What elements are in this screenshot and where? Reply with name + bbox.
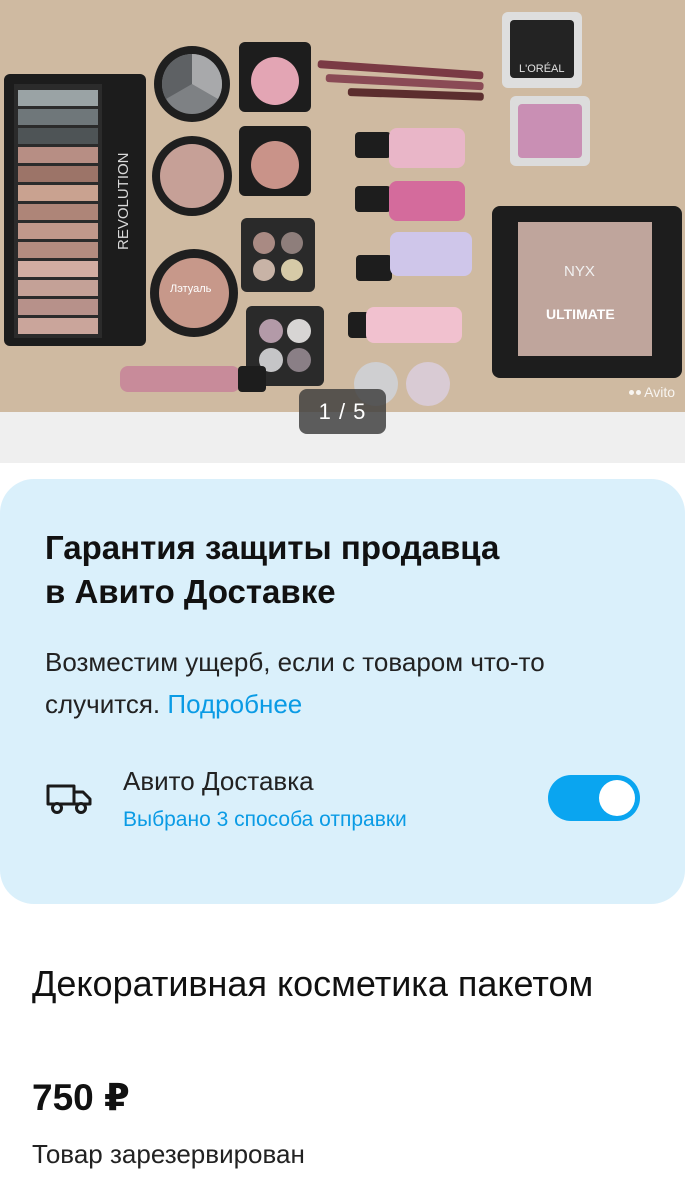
delivery-subtitle[interactable]: Выбрано 3 способа отправки <box>123 805 407 835</box>
svg-text:REVOLUTION: REVOLUTION <box>115 152 132 250</box>
photo-gallery[interactable]: REVOLUTION Лэтуаль L'ORÉAL NYX ULTIMATE … <box>0 0 685 463</box>
compact-shadows: Лэтуаль <box>150 46 238 337</box>
watermark-text: Avito <box>644 384 675 400</box>
promo-title: Гарантия защиты продавца в Авито Доставк… <box>45 526 645 614</box>
svg-text:L'ORÉAL: L'ORÉAL <box>519 62 565 75</box>
delivery-title: Авито Доставка <box>123 766 314 796</box>
seller-protection-card: Гарантия защиты продавца в Авито Доставк… <box>0 479 685 904</box>
nyx-palette: NYX ULTIMATE <box>492 206 682 378</box>
svg-text:NYX: NYX <box>564 263 595 280</box>
svg-text:ULTIMATE: ULTIMATE <box>546 306 615 322</box>
delivery-setting-row[interactable]: Авито Доставка Выбрано 3 способа отправк… <box>45 763 645 833</box>
item-title: Декоративная косметика пакетом <box>32 963 594 1004</box>
promo-title-line2: в Авито Доставке <box>45 573 336 610</box>
toggle-knob <box>599 780 635 816</box>
promo-title-line1: Гарантия защиты продавца <box>45 529 500 566</box>
revolution-palette: REVOLUTION <box>4 74 146 346</box>
avito-watermark: Avito <box>629 384 675 400</box>
item-price: 750 ₽ <box>32 1077 130 1118</box>
listing-photo[interactable]: REVOLUTION Лэтуаль L'ORÉAL NYX ULTIMATE <box>0 0 685 412</box>
photo-counter: 1 / 5 <box>299 389 386 434</box>
avito-logo-icon <box>629 389 642 395</box>
more-info-link[interactable]: Подробнее <box>167 689 302 719</box>
item-status: Товар зарезервирован <box>32 1139 305 1169</box>
promo-description: Возместим ущерб, если с товаром что-то с… <box>45 641 655 725</box>
truck-icon <box>46 784 92 814</box>
delivery-toggle[interactable] <box>548 775 640 821</box>
svg-text:Лэтуаль: Лэтуаль <box>170 283 212 295</box>
